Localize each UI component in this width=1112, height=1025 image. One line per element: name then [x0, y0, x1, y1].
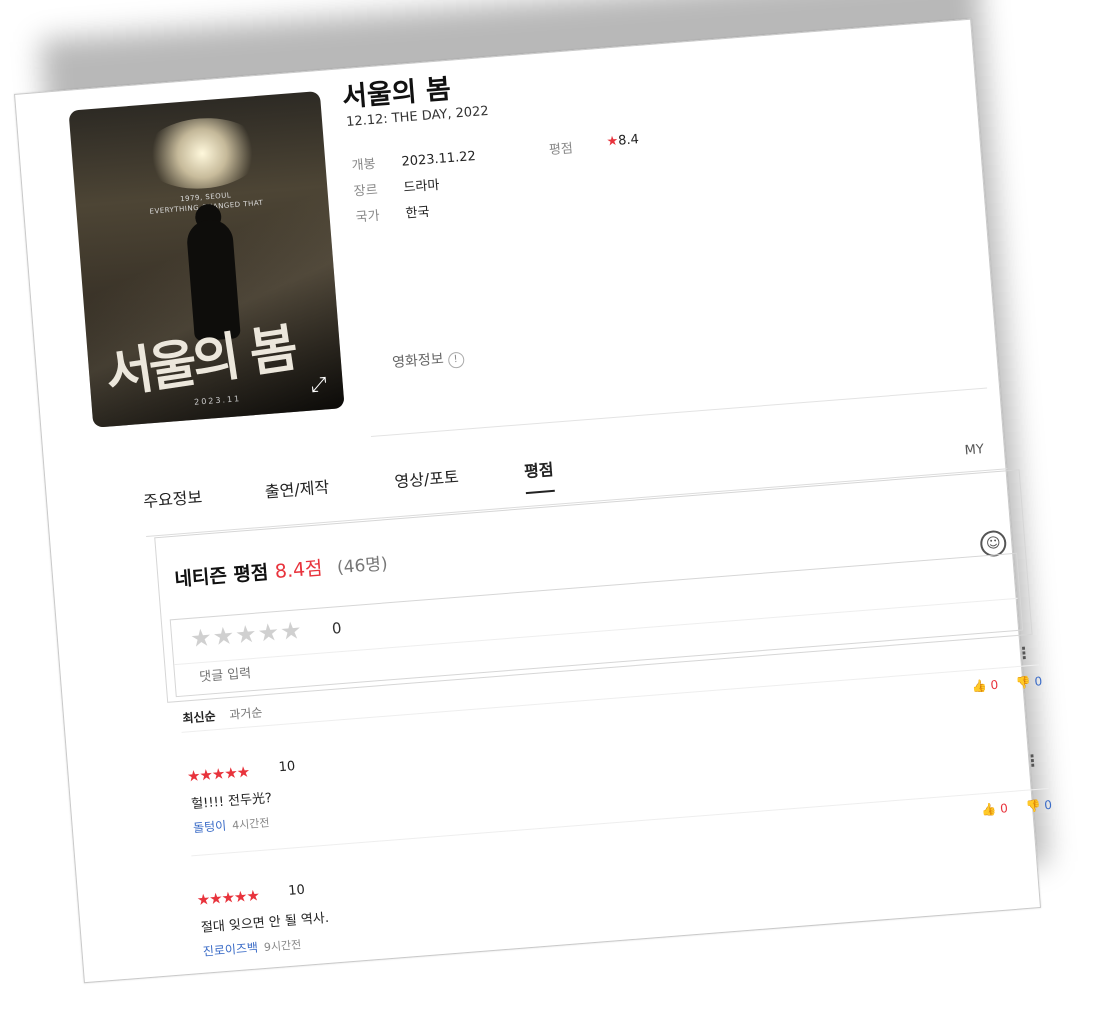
review-author[interactable]: 진로이즈백: [202, 941, 258, 959]
review-author-line: 돌텅이 4시간전: [192, 813, 270, 836]
review-author[interactable]: 돌텅이: [193, 819, 227, 836]
release-value: 2023.11.22: [400, 148, 477, 170]
movie-card: 1979, SEOUL EVERYTHING CHANGED THAT NIGH…: [14, 18, 1053, 984]
review-text: 절대 잊으면 안 될 역사.: [200, 910, 330, 936]
like-count: 0: [989, 677, 999, 693]
rating-value-box: ★8.4: [606, 132, 639, 149]
like-count: 0: [999, 801, 1009, 816]
review-author-line: 진로이즈백 9시간전: [202, 935, 302, 960]
star-rating-count: 0: [331, 618, 343, 638]
genre-value: 드라마: [403, 177, 440, 196]
like-button[interactable]: 👍 0: [971, 678, 998, 694]
dislike-count: 0: [1043, 797, 1053, 813]
thumbs-down-icon: 👎: [1025, 798, 1042, 814]
country-value: 한국: [405, 204, 431, 222]
like-button[interactable]: 👍 0: [981, 801, 1008, 817]
review-time: 9시간전: [263, 938, 302, 955]
thumbs-up-icon: 👍: [971, 678, 988, 694]
thumbs-down-icon: 👎: [1015, 675, 1032, 691]
netizen-label: 네티즌 평점: [173, 561, 270, 591]
dislike-button[interactable]: 👎 0: [1015, 674, 1042, 690]
country-row: 국가 한국: [355, 201, 430, 226]
netizen-count: (46명): [336, 554, 389, 579]
sort-oldest[interactable]: 과거순: [229, 705, 263, 722]
more-icon[interactable]: ⋮: [1015, 643, 1032, 663]
genre-row: 장르 드라마: [353, 174, 440, 200]
genre-label: 장르: [353, 182, 379, 200]
review-score: 10: [278, 759, 296, 776]
movie-info-label: 영화정보: [391, 351, 445, 372]
tab-cast[interactable]: 출연/제작: [264, 474, 330, 503]
sort-latest[interactable]: 최신순: [182, 709, 216, 726]
review-item: ★★★★★ 10 절대 잊으면 안 될 역사. 진로이즈백 9시간전 👍 0 👎 …: [196, 798, 1060, 981]
movie-poster[interactable]: 1979, SEOUL EVERYTHING CHANGED THAT NIGH…: [68, 91, 345, 428]
review-time: 4시간전: [231, 816, 270, 833]
tab-rating[interactable]: 평점: [523, 456, 554, 482]
review-stars: ★★★★★: [186, 762, 250, 786]
review-score: 10: [287, 882, 306, 899]
my-button[interactable]: MY: [964, 442, 984, 458]
thumbs-up-icon: 👍: [980, 802, 997, 818]
rating-value: 8.4: [617, 132, 640, 149]
dislike-button[interactable]: 👎 0: [1025, 798, 1052, 814]
netizen-rating: 네티즌 평점 8.4점 (46명): [173, 548, 389, 592]
tab-main-info[interactable]: 주요정보: [142, 484, 203, 513]
review-text: 헐!!!! 전두光?: [190, 790, 273, 813]
sort-options: 최신순 과거순: [182, 703, 263, 726]
review-stars: ★★★★★: [196, 886, 260, 910]
country-label: 국가: [355, 208, 381, 226]
tab-media[interactable]: 영상/포토: [394, 463, 460, 492]
release-label: 개봉: [351, 156, 377, 174]
comment-input[interactable]: [174, 597, 1020, 695]
release-row: 개봉 2023.11.22: [351, 145, 477, 174]
rating-label: 평점: [548, 141, 574, 159]
more-icon[interactable]: ⋮: [1024, 751, 1041, 771]
netizen-score: 8.4점: [274, 557, 324, 583]
info-icon: !: [447, 351, 465, 369]
movie-info-link[interactable]: 영화정보!: [391, 347, 465, 374]
dislike-count: 0: [1034, 674, 1043, 689]
star-rating-input[interactable]: ★★★★★: [189, 616, 303, 653]
expand-icon[interactable]: ⤢: [306, 371, 332, 397]
